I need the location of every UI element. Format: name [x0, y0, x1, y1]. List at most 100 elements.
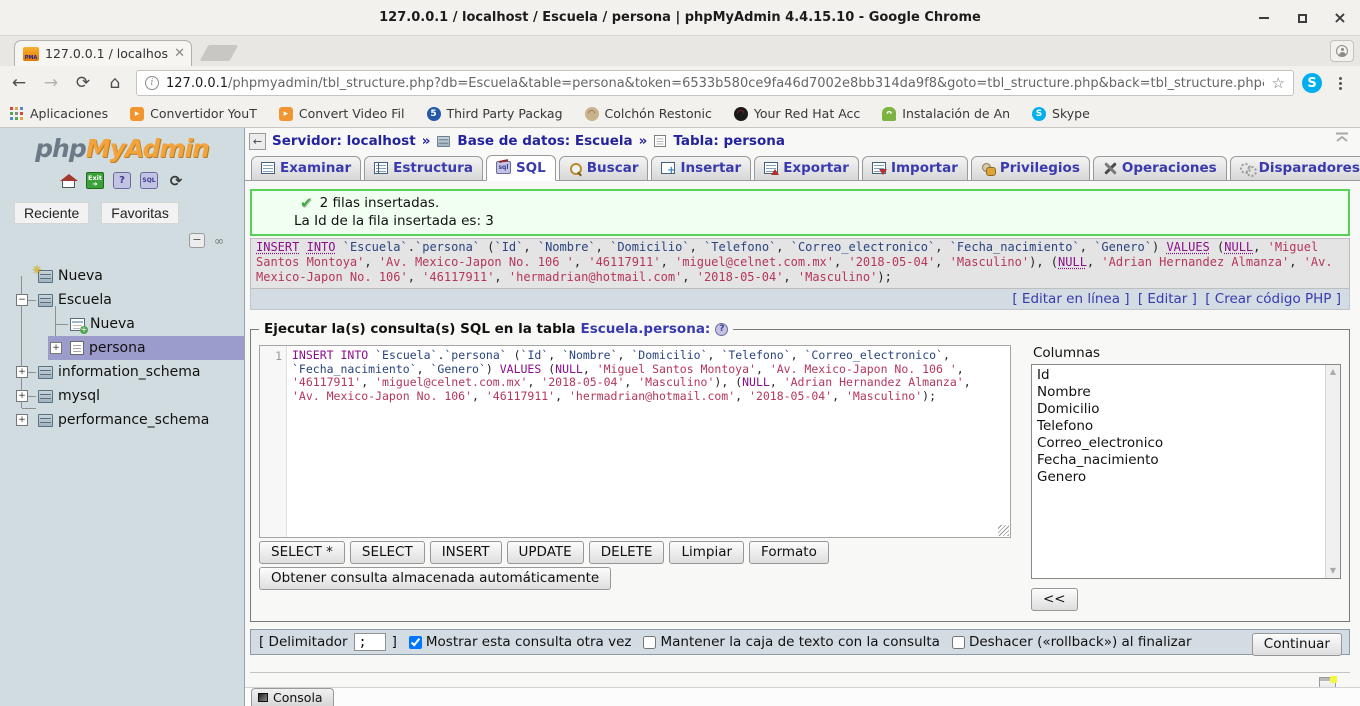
bookmark-apps[interactable]: Aplicaciones	[10, 106, 108, 121]
tab-close-icon[interactable]: ✕	[174, 46, 185, 61]
column-option[interactable]: Id	[1037, 367, 1322, 384]
tab-insertar[interactable]: Insertar	[651, 156, 751, 180]
column-option[interactable]: Nombre	[1037, 384, 1322, 401]
retain-textbox-checkbox[interactable]	[643, 636, 656, 649]
get-stored-query-button[interactable]: Obtener consulta almacenada automáticame…	[259, 567, 611, 590]
column-option[interactable]: Genero	[1037, 469, 1322, 486]
new-tab-button[interactable]	[200, 45, 239, 61]
tab-operaciones[interactable]: Operaciones	[1093, 156, 1227, 180]
tree-item-escuela[interactable]: − Escuela	[0, 288, 244, 312]
url-text[interactable]: 127.0.0.1/phpmyadmin/tbl_structure.php?d…	[166, 76, 1264, 91]
insert-icon	[661, 162, 675, 174]
clear-button[interactable]: Limpiar	[669, 541, 744, 564]
rollback-checkbox[interactable]	[952, 636, 965, 649]
show-query-checkbox[interactable]	[409, 636, 422, 649]
bookmark-star-icon[interactable]: ☆	[1272, 74, 1285, 92]
expand-expander-icon[interactable]: +	[16, 390, 28, 402]
help-icon[interactable]: ?	[715, 323, 728, 336]
minimize-icon[interactable]	[1252, 6, 1276, 30]
format-button[interactable]: Formato	[749, 541, 829, 564]
collapse-expander-icon[interactable]: −	[16, 294, 28, 306]
resize-handle[interactable]	[998, 525, 1009, 536]
favorites-button[interactable]: Favoritas	[101, 202, 179, 224]
bookmark-convertidor[interactable]: ▸ Convertidor YouT	[130, 106, 257, 121]
chrome-menu-icon[interactable]	[1330, 72, 1350, 94]
maximize-icon[interactable]	[1290, 6, 1314, 30]
tab-sql[interactable]: sqlSQL	[486, 155, 556, 181]
expand-expander-icon[interactable]: +	[50, 342, 62, 354]
tab-estructura[interactable]: Estructura	[364, 156, 483, 180]
profile-button[interactable]	[1330, 40, 1354, 62]
tab-disparadores[interactable]: Disparadores	[1230, 156, 1360, 180]
bookmark-redhat[interactable]: ◠ Your Red Hat Acc	[734, 106, 860, 121]
create-php-link[interactable]: [ Crear código PHP ]	[1205, 291, 1341, 307]
bookmark-convert-video[interactable]: ▸ Convert Video Fil	[279, 106, 405, 121]
select-star-button[interactable]: SELECT *	[259, 541, 345, 564]
tree-item-information-schema[interactable]: + information_schema	[0, 360, 244, 384]
back-icon[interactable]: ←	[6, 70, 32, 96]
exit-icon[interactable]: Exit➜	[86, 172, 104, 189]
continue-button[interactable]: Continuar	[1252, 633, 1342, 656]
tab-privilegios[interactable]: Privilegios	[971, 156, 1090, 180]
tree-item-new-table[interactable]: + Nueva	[0, 312, 244, 336]
url-bar[interactable]: i 127.0.0.1/phpmyadmin/tbl_structure.php…	[136, 70, 1294, 96]
update-button[interactable]: UPDATE	[507, 541, 584, 564]
show-query-label: Mostrar esta consulta otra vez	[426, 634, 632, 650]
insert-button[interactable]: INSERT	[430, 541, 502, 564]
skype-extension-icon[interactable]: S	[1302, 73, 1322, 93]
column-option[interactable]: Domicilio	[1037, 401, 1322, 418]
page-collapse-icon[interactable]	[1334, 132, 1350, 143]
delimiter-input[interactable]	[354, 633, 386, 651]
console-toggle[interactable]: Consola	[251, 688, 334, 706]
table-link[interactable]: Escuela.persona:	[581, 321, 711, 337]
page-info-icon[interactable]: i	[145, 76, 159, 90]
listbox-scrollbar[interactable]: ▲ ▼	[1325, 365, 1340, 578]
browser-tab[interactable]: PMA 127.0.0.1 / localhos ✕	[14, 40, 192, 66]
insert-column-button[interactable]: <<	[1031, 588, 1078, 611]
bookmark-colchon[interactable]: ◠ Colchón Restonic	[585, 106, 712, 121]
home-icon[interactable]: ⌂	[102, 70, 128, 96]
tab-examinar[interactable]: Examinar	[251, 156, 361, 180]
tree-item-persona[interactable]: + persona	[0, 336, 244, 360]
tab-exportar[interactable]: Exportar	[754, 156, 859, 180]
scroll-up-icon[interactable]: ▲	[1326, 365, 1340, 379]
pma-logo[interactable]: phpMyAdmin	[0, 128, 244, 163]
column-option[interactable]: Fecha_nacimiento	[1037, 452, 1322, 469]
breadcrumb-database[interactable]: Base de datos: Escuela	[457, 133, 632, 149]
delete-button[interactable]: DELETE	[589, 541, 665, 564]
help-icon[interactable]: ?	[113, 172, 131, 189]
sql-editor[interactable]: 1 INSERT INTO `Escuela`.`persona` (`Id`,…	[259, 345, 1011, 538]
tab-buscar[interactable]: Buscar	[559, 156, 649, 180]
sidebar-collapse-icon[interactable]: ←	[249, 133, 266, 150]
recent-button[interactable]: Reciente	[14, 202, 89, 224]
close-icon[interactable]: ×	[1328, 6, 1352, 30]
editor-code[interactable]: INSERT INTO `Escuela`.`persona` (`Id`, `…	[287, 346, 1010, 537]
database-icon	[38, 294, 53, 307]
bookmark-skype[interactable]: S Skype	[1032, 106, 1090, 121]
column-option[interactable]: Telefono	[1037, 418, 1322, 435]
bookmark-third-party[interactable]: 5 Third Party Packag	[427, 106, 563, 121]
bookmark-android[interactable]: ᴖ Instalación de An	[882, 106, 1010, 121]
tree-item-mysql[interactable]: + mysql	[0, 384, 244, 408]
edit-link[interactable]: [ Editar ]	[1138, 291, 1197, 307]
expand-expander-icon[interactable]: +	[16, 366, 28, 378]
refresh-icon[interactable]: ⟳	[167, 172, 185, 189]
scroll-down-icon[interactable]: ▼	[1326, 564, 1340, 578]
collapse-all-icon[interactable]: −	[189, 233, 205, 248]
tab-importar[interactable]: Importar	[862, 156, 968, 180]
sql-window-icon[interactable]: SQL	[140, 172, 158, 189]
reload-icon[interactable]: ⟳	[70, 70, 96, 96]
forward-icon[interactable]: →	[38, 70, 64, 96]
select-button[interactable]: SELECT	[350, 541, 425, 564]
privileges-icon	[981, 162, 995, 175]
columns-listbox[interactable]: Id Nombre Domicilio Telefono Correo_elec…	[1031, 364, 1341, 579]
tree-item-performance-schema[interactable]: + performance_schema	[0, 408, 244, 432]
home-icon[interactable]	[59, 172, 77, 189]
edit-inline-link[interactable]: [ Editar en línea ]	[1012, 291, 1129, 307]
column-option[interactable]: Correo_electronico	[1037, 435, 1322, 452]
tree-item-new-database[interactable]: Nueva	[0, 264, 244, 288]
breadcrumb-table[interactable]: Tabla: persona	[673, 133, 785, 149]
expand-expander-icon[interactable]: +	[16, 414, 28, 426]
breadcrumb-server[interactable]: Servidor: localhost	[272, 133, 416, 149]
link-icon[interactable]: ∞	[214, 234, 222, 248]
